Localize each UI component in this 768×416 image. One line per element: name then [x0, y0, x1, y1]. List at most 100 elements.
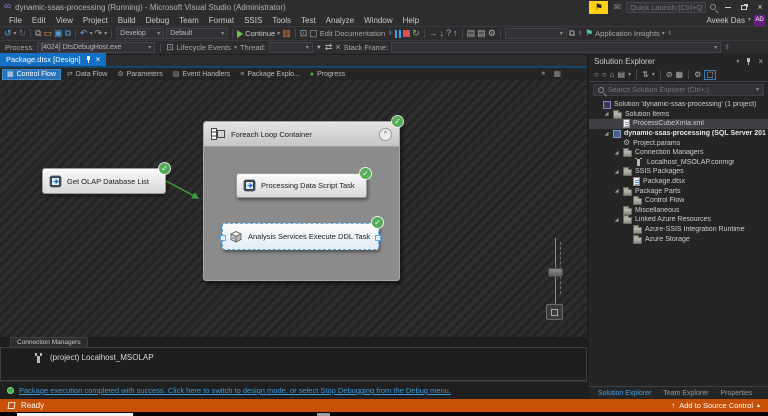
edit-documentation-button[interactable]: Edit Documentation: [320, 29, 385, 38]
restore-button[interactable]: [736, 2, 752, 13]
pending-changes-filter-icon[interactable]: [642, 71, 649, 79]
tree-item-ssis-packages[interactable]: ◢SSIS Packages: [589, 167, 768, 177]
user-avatar[interactable]: AD: [754, 15, 765, 26]
undo-icon[interactable]: [80, 29, 88, 38]
close-button[interactable]: ×: [752, 2, 768, 13]
debug-options-icon[interactable]: [488, 29, 496, 38]
search-chevron-down-icon[interactable]: ▾: [756, 87, 759, 93]
documentation-edit-icon[interactable]: [309, 29, 318, 38]
back-icon[interactable]: [594, 71, 599, 79]
toolbar-overflow-icon-3[interactable]: [667, 30, 673, 37]
output-window-icon[interactable]: [477, 29, 486, 38]
tree-item-package-parts[interactable]: ◢Package Parts: [589, 186, 768, 196]
search-input[interactable]: [608, 87, 752, 94]
step-out-icon[interactable]: [453, 29, 458, 38]
foreach-loop-container-header[interactable]: Foreach Loop Container ^: [204, 122, 399, 147]
lifecycle-events-chevron-down-icon[interactable]: ▾: [234, 45, 237, 51]
switch-to-design-mode-link[interactable]: Package execution completed with success…: [19, 386, 451, 395]
close-tab-icon[interactable]: ×: [96, 55, 101, 64]
tree-item-azure-storage[interactable]: Azure Storage: [589, 234, 768, 244]
menu-item-ssis[interactable]: SSIS: [239, 15, 267, 26]
expand-arrow-icon[interactable]: ◢: [603, 111, 610, 117]
attach-to-process-icon[interactable]: [35, 29, 41, 38]
menu-item-window[interactable]: Window: [359, 15, 397, 26]
design-tab-progress[interactable]: ●Progress: [306, 69, 349, 80]
platform-dropdown[interactable]: Default▾: [166, 28, 228, 39]
redo-icon[interactable]: [95, 29, 103, 38]
menu-item-help[interactable]: Help: [398, 15, 424, 26]
menu-item-file[interactable]: File: [4, 15, 27, 26]
close-panel-icon[interactable]: ×: [758, 57, 763, 66]
stack-frame-dropdown[interactable]: ▾: [391, 42, 721, 53]
tree-item-package-dtsx[interactable]: Package.dtsx: [589, 177, 768, 187]
menu-item-format[interactable]: Format: [204, 15, 239, 26]
design-tab-event-handlers[interactable]: ▤Event Handlers: [169, 69, 234, 80]
pause-icon[interactable]: [395, 30, 401, 38]
tree-item-processcubexmla-xml[interactable]: ProcessCubeXmla.xml: [589, 119, 768, 129]
debug-target-dropdown[interactable]: ▾: [505, 28, 567, 39]
stop-debugging-icon[interactable]: [403, 30, 410, 37]
solution-explorer-search[interactable]: ▾: [593, 84, 764, 96]
redo-chevron-down-icon[interactable]: ▾: [104, 31, 107, 37]
application-insights-icon[interactable]: [585, 29, 593, 38]
forward-icon[interactable]: [602, 71, 607, 79]
design-tab-control-flow[interactable]: ▦Control Flow: [2, 69, 61, 80]
panel-tab-solution-explorer[interactable]: Solution Explorer: [593, 390, 656, 397]
menu-item-debug[interactable]: Debug: [141, 15, 175, 26]
menu-item-team[interactable]: Team: [174, 15, 204, 26]
navigate-backward-icon[interactable]: [4, 29, 12, 38]
menu-item-view[interactable]: View: [51, 15, 78, 26]
taskbar-window-preview[interactable]: [17, 413, 133, 416]
user-chevron-down-icon[interactable]: ▾: [748, 17, 751, 23]
undo-chevron-down-icon[interactable]: ▾: [90, 31, 93, 37]
autosize-grid-icon[interactable]: [553, 70, 561, 78]
tree-item-linked-azure-resources[interactable]: ◢Linked Azure Resources: [589, 215, 768, 225]
design-tab-package-explo[interactable]: ≡Package Explo...: [236, 69, 304, 80]
preview-selected-items-icon[interactable]: [704, 70, 716, 80]
tree-item-localhost-msolap-conmgr[interactable]: Localhost_MSOLAP.conmgr: [589, 158, 768, 168]
pin-icon[interactable]: [85, 56, 92, 64]
solution-explorer-header[interactable]: Solution Explorer ▾ ×: [589, 55, 768, 68]
connection-managers-panel[interactable]: (project) Localhost_MSOLAP: [0, 347, 587, 381]
filter-chevron-icon[interactable]: ▾: [652, 72, 655, 78]
step-over-icon[interactable]: [446, 29, 451, 38]
toolbar-overflow-icon-2[interactable]: [577, 30, 583, 37]
design-tab-data-flow[interactable]: ⇄Data Flow: [63, 69, 111, 80]
application-insights-chevron-down-icon[interactable]: ▾: [662, 31, 665, 37]
panel-tab-team-explorer[interactable]: Team Explorer: [658, 390, 713, 397]
lifecycle-events-icon[interactable]: [166, 43, 174, 52]
tree-item-solution-items[interactable]: ◢Solution Items: [589, 110, 768, 120]
expand-arrow-icon[interactable]: ◢: [613, 188, 620, 194]
add-to-source-control[interactable]: Add to Source Control ▴: [671, 401, 760, 410]
show-next-statement-icon[interactable]: [429, 29, 438, 38]
home-icon[interactable]: [610, 71, 615, 79]
tree-item-connection-managers[interactable]: ◢Connection Managers: [589, 148, 768, 158]
filter-threads-icon[interactable]: [316, 45, 322, 51]
fit-to-window-button[interactable]: [546, 304, 563, 320]
process-dropdown[interactable]: [4024] DtsDebugHost.exe▾: [37, 42, 155, 53]
lifecycle-events-button[interactable]: Lifecycle Events: [177, 43, 231, 52]
foreach-loop-container[interactable]: Foreach Loop Container ^ ✓: [203, 121, 400, 281]
control-flow-design-surface[interactable]: Foreach Loop Container ^ ✓ Get OLAP Data…: [0, 80, 587, 337]
restart-icon[interactable]: [412, 29, 420, 38]
collapse-container-button[interactable]: ^: [379, 128, 392, 141]
menu-item-test[interactable]: Test: [296, 15, 321, 26]
expand-arrow-icon[interactable]: ◢: [613, 150, 620, 156]
toolbar-overflow-icon-4[interactable]: [724, 44, 730, 51]
menu-item-project[interactable]: Project: [78, 15, 113, 26]
toggle-flagged-threads-icon[interactable]: [325, 43, 333, 52]
navigate-forward-icon[interactable]: [19, 29, 27, 38]
switch-views-chevron-icon[interactable]: ▾: [628, 72, 631, 78]
menu-item-analyze[interactable]: Analyze: [321, 15, 359, 26]
continue-button[interactable]: Continue: [245, 29, 275, 38]
document-tab-package-dtsx[interactable]: Package.dtsx [Design] ×: [0, 53, 106, 66]
application-insights-button[interactable]: Application Insights: [595, 29, 660, 38]
pin-icon[interactable]: [745, 58, 752, 66]
tree-item-dynamic-ssas-processing-sql-server-2017[interactable]: ◢dynamic-ssas-processing (SQL Server 201…: [589, 129, 768, 139]
tree-item-miscellaneous[interactable]: Miscellaneous: [589, 206, 768, 216]
continue-play-icon[interactable]: [237, 30, 243, 38]
open-file-icon[interactable]: [44, 29, 53, 38]
quick-launch-input[interactable]: [626, 2, 706, 13]
toolbar-overflow-icon[interactable]: [387, 30, 393, 37]
menu-item-build[interactable]: Build: [113, 15, 141, 26]
